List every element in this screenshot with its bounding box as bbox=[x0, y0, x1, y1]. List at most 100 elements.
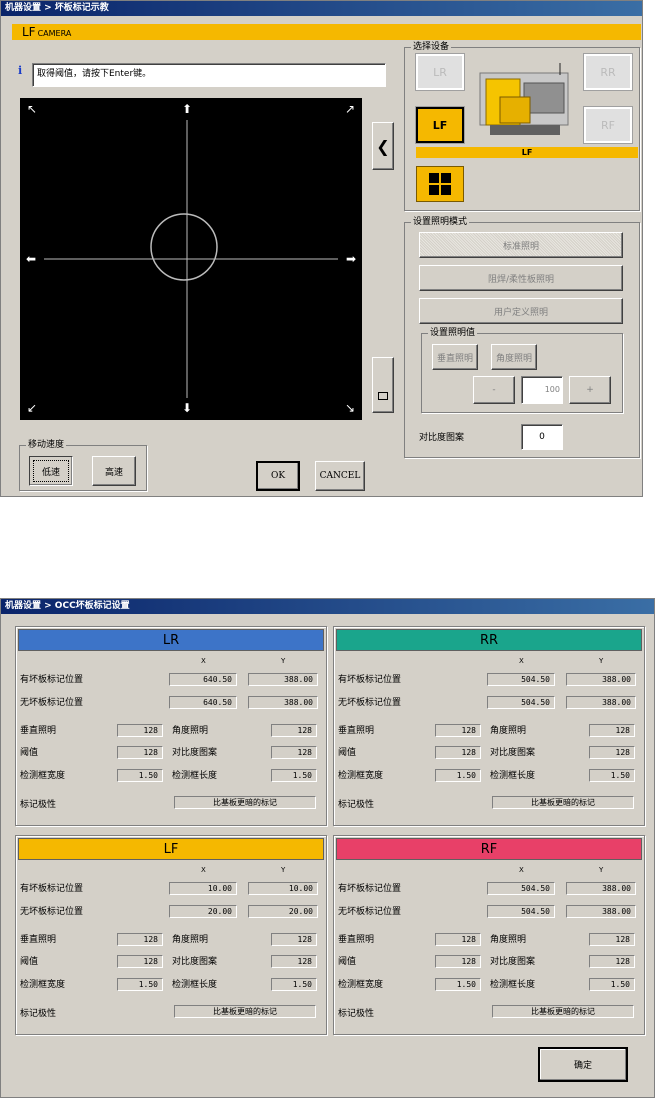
device-lr-button[interactable]: LR bbox=[415, 53, 465, 91]
device-lf-button[interactable]: LF bbox=[415, 106, 465, 144]
cancel-button[interactable]: CANCEL bbox=[315, 461, 365, 491]
arrow-down-left-icon[interactable]: ↙ bbox=[26, 402, 38, 414]
panel-header: LF bbox=[18, 838, 324, 860]
bad-position-x[interactable]: 504.50 bbox=[487, 673, 555, 686]
vertical-light-label: 垂直照明 bbox=[20, 935, 57, 945]
arrow-left-icon[interactable]: ⬅ bbox=[25, 253, 37, 265]
grid-icon bbox=[429, 173, 451, 195]
info-icon: i bbox=[18, 64, 23, 77]
angle-light-label: 角度照明 bbox=[490, 935, 527, 945]
selected-device-bar: LF bbox=[416, 147, 638, 158]
threshold-value[interactable]: 128 bbox=[117, 746, 163, 759]
nobad-position-x[interactable]: 20.00 bbox=[169, 905, 237, 918]
contrast-pattern-label: 对比度图案 bbox=[172, 748, 218, 758]
bad-position-label: 有坏板标记位置 bbox=[338, 675, 402, 685]
arrow-down-right-icon[interactable]: ↘ bbox=[344, 402, 356, 414]
nobad-position-y[interactable]: 388.00 bbox=[566, 696, 636, 709]
box-width-value[interactable]: 1.50 bbox=[435, 978, 481, 991]
nobad-position-x[interactable]: 504.50 bbox=[487, 696, 555, 709]
info-message-field: 取得阈值，请按下Enter键。 bbox=[32, 63, 386, 87]
vertical-light-value[interactable]: 128 bbox=[117, 933, 163, 946]
camera-header: LF CAMERA bbox=[12, 24, 641, 40]
x-column-label: X bbox=[519, 657, 524, 665]
angle-light-value[interactable]: 128 bbox=[589, 724, 635, 737]
solder-mask-light-button[interactable]: 阻焊/柔性板照明 bbox=[419, 265, 623, 291]
nobad-position-y[interactable]: 388.00 bbox=[248, 696, 318, 709]
contrast-pattern-value[interactable]: 128 bbox=[589, 955, 635, 968]
contrast-pattern-label: 对比度图案 bbox=[172, 957, 218, 967]
threshold-label: 阈值 bbox=[20, 748, 39, 758]
arrow-right-icon[interactable]: ➡ bbox=[345, 253, 357, 265]
nobad-position-x[interactable]: 640.50 bbox=[169, 696, 237, 709]
polarity-value[interactable]: 比基板更暗的标记 bbox=[174, 1005, 316, 1018]
y-column-label: Y bbox=[599, 866, 604, 874]
camera-panel-rf: RF X Y 有坏板标记位置 504.50 388.00 无坏板标记位置 504… bbox=[333, 835, 645, 1035]
contrast-pattern-value[interactable]: 128 bbox=[271, 746, 317, 759]
polarity-value[interactable]: 比基板更暗的标记 bbox=[174, 796, 316, 809]
high-speed-button[interactable]: 高速 bbox=[92, 456, 136, 486]
vertical-light-label: 垂直照明 bbox=[338, 726, 375, 736]
box-width-label: 检测框宽度 bbox=[20, 980, 66, 990]
box-width-label: 检测框宽度 bbox=[338, 980, 384, 990]
nobad-position-y[interactable]: 20.00 bbox=[248, 905, 318, 918]
box-width-label: 检测框宽度 bbox=[20, 771, 66, 781]
low-speed-button[interactable]: 低速 bbox=[29, 456, 73, 486]
box-width-value[interactable]: 1.50 bbox=[117, 769, 163, 782]
panel-header: RR bbox=[336, 629, 642, 651]
angle-light-value[interactable]: 128 bbox=[589, 933, 635, 946]
angle-light-value[interactable]: 128 bbox=[271, 933, 317, 946]
bad-position-y[interactable]: 388.00 bbox=[566, 882, 636, 895]
confirm-button[interactable]: 确定 bbox=[538, 1047, 628, 1082]
standard-light-button[interactable]: 标准照明 bbox=[419, 232, 623, 258]
snapshot-button[interactable] bbox=[372, 357, 394, 413]
arrow-up-icon[interactable]: ⬆ bbox=[181, 103, 193, 115]
box-width-value[interactable]: 1.50 bbox=[117, 978, 163, 991]
nobad-position-label: 无坏板标记位置 bbox=[338, 907, 402, 917]
all-devices-button[interactable] bbox=[416, 166, 464, 202]
arrow-down-icon[interactable]: ⬇ bbox=[181, 402, 193, 414]
vertical-light-value[interactable]: 128 bbox=[435, 933, 481, 946]
camera-panel-lr: LR X Y 有坏板标记位置 640.50 388.00 无坏板标记位置 640… bbox=[15, 626, 327, 826]
occ-window: 机器设置 > OCC坏板标记设置 LR X Y 有坏板标记位置 640.50 3… bbox=[0, 598, 655, 1098]
device-rr-button[interactable]: RR bbox=[583, 53, 633, 91]
nobad-position-x[interactable]: 504.50 bbox=[487, 905, 555, 918]
box-length-label: 检测框长度 bbox=[490, 771, 536, 781]
threshold-value[interactable]: 128 bbox=[435, 955, 481, 968]
nobad-position-y[interactable]: 388.00 bbox=[566, 905, 636, 918]
threshold-value[interactable]: 128 bbox=[117, 955, 163, 968]
box-length-label: 检测框长度 bbox=[172, 980, 218, 990]
arrow-up-right-icon[interactable]: ↗ bbox=[344, 103, 356, 115]
angle-light-button[interactable]: 角度照明 bbox=[491, 344, 537, 370]
bad-position-x[interactable]: 640.50 bbox=[169, 673, 237, 686]
light-decrease-button[interactable]: - bbox=[473, 376, 515, 404]
contrast-pattern-value[interactable]: 128 bbox=[589, 746, 635, 759]
vertical-light-value[interactable]: 128 bbox=[117, 724, 163, 737]
box-length-value[interactable]: 1.50 bbox=[589, 769, 635, 782]
user-light-button[interactable]: 用户定义照明 bbox=[419, 298, 623, 324]
arrow-up-left-icon[interactable]: ↖ bbox=[26, 103, 38, 115]
box-length-value[interactable]: 1.50 bbox=[271, 769, 317, 782]
threshold-value[interactable]: 128 bbox=[435, 746, 481, 759]
threshold-label: 阈值 bbox=[20, 957, 39, 967]
box-length-value[interactable]: 1.50 bbox=[271, 978, 317, 991]
bad-position-y[interactable]: 388.00 bbox=[566, 673, 636, 686]
box-length-value[interactable]: 1.50 bbox=[589, 978, 635, 991]
bad-position-x[interactable]: 10.00 bbox=[169, 882, 237, 895]
camera-view[interactable]: ↖ ⬆ ↗ ⬅ ➡ ↙ ⬇ ↘ bbox=[20, 98, 362, 420]
bad-position-y[interactable]: 388.00 bbox=[248, 673, 318, 686]
vertical-light-value[interactable]: 128 bbox=[435, 724, 481, 737]
vertical-light-button[interactable]: 垂直照明 bbox=[432, 344, 478, 370]
light-increase-button[interactable]: + bbox=[569, 376, 611, 404]
angle-light-value[interactable]: 128 bbox=[271, 724, 317, 737]
bad-position-x[interactable]: 504.50 bbox=[487, 882, 555, 895]
contrast-pattern-value[interactable]: 128 bbox=[271, 955, 317, 968]
polarity-value[interactable]: 比基板更暗的标记 bbox=[492, 1005, 634, 1018]
collapse-button[interactable]: ❮ bbox=[372, 122, 394, 170]
ok-button[interactable]: OK bbox=[256, 461, 300, 491]
box-width-value[interactable]: 1.50 bbox=[435, 769, 481, 782]
device-rf-button[interactable]: RF bbox=[583, 106, 633, 144]
bad-position-y[interactable]: 10.00 bbox=[248, 882, 318, 895]
contrast-field[interactable]: 0 bbox=[521, 424, 563, 450]
light-value-field[interactable]: 100 bbox=[521, 376, 563, 404]
polarity-value[interactable]: 比基板更暗的标记 bbox=[492, 796, 634, 809]
